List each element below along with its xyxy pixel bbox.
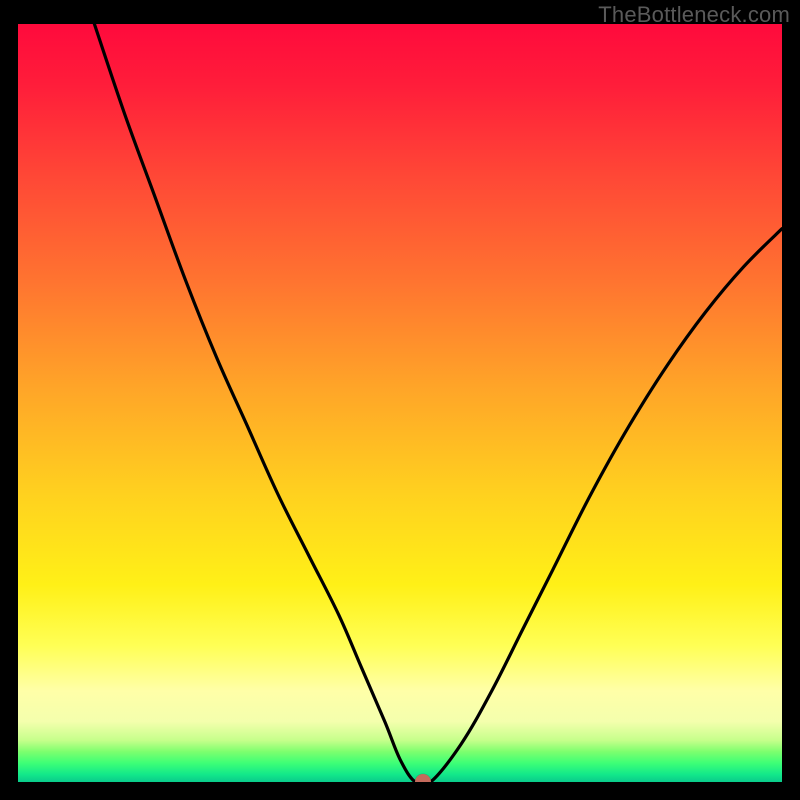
- bottleneck-curve-path: [94, 24, 782, 782]
- plot-area: [18, 24, 782, 782]
- watermark-text: TheBottleneck.com: [598, 2, 790, 28]
- curve-svg: [18, 24, 782, 782]
- chart-frame: TheBottleneck.com: [0, 0, 800, 800]
